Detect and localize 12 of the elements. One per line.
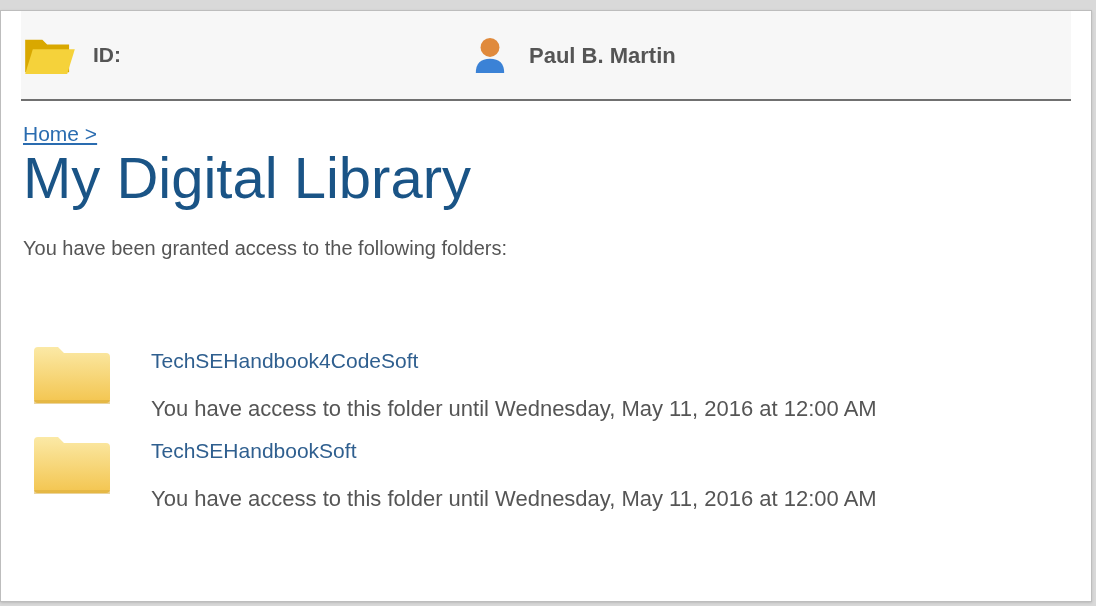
folder-icon: [31, 435, 113, 495]
folder-link[interactable]: TechSEHandbook4CodeSoft: [151, 347, 419, 375]
folder-icon: [31, 345, 113, 405]
access-text: You have access to this folder until Wednesday, May 11, 2016 at 12:00 AM: [151, 485, 877, 513]
user-icon: [473, 35, 507, 75]
page-title: My Digital Library: [23, 147, 471, 209]
folder-link[interactable]: TechSEHandbookSoft: [151, 437, 357, 465]
user-name: Paul B. Martin: [529, 41, 676, 70]
id-label: ID:: [93, 42, 122, 69]
access-text: You have access to this folder until Wednesday, May 11, 2016 at 12:00 AM: [151, 395, 877, 423]
breadcrumb-link[interactable]: Home >: [23, 121, 98, 147]
intro-text: You have been granted access to the following folders:: [23, 236, 508, 261]
